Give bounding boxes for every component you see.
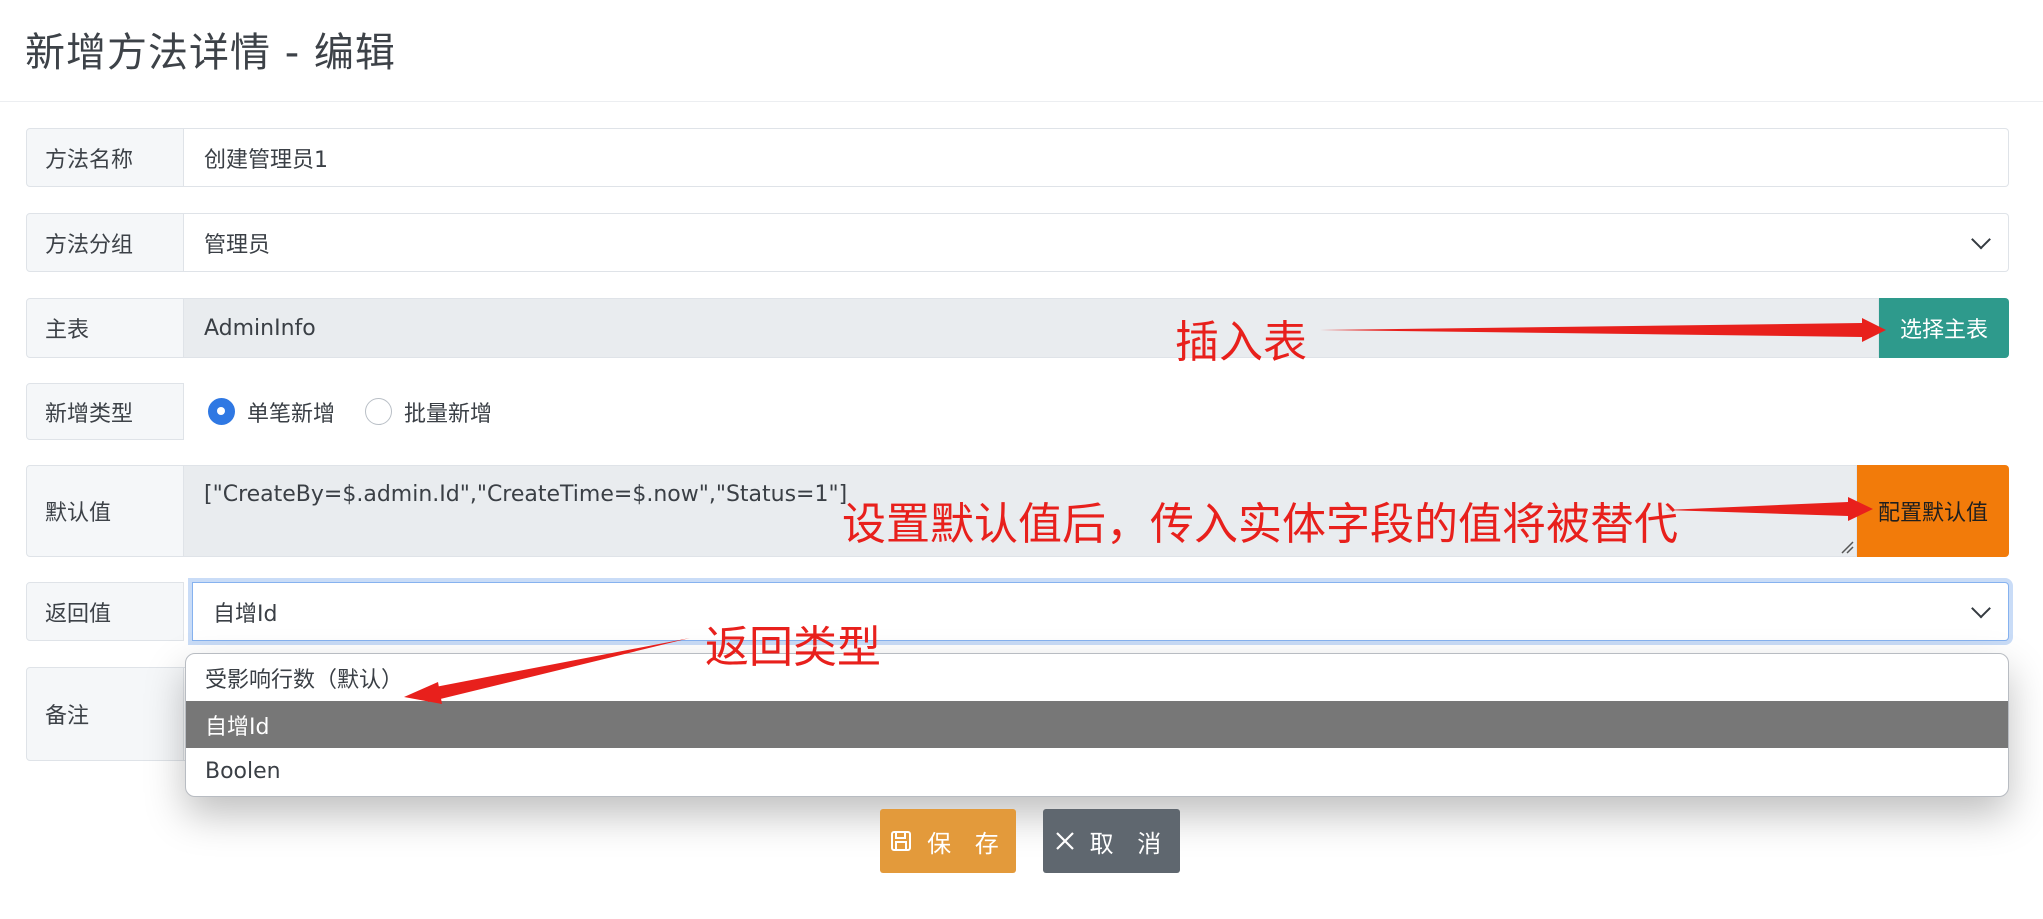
configure-default-button[interactable]: 配置默认值 (1857, 465, 2009, 557)
default-value-text: ["CreateBy=$.admin.Id","CreateTime=$.now… (204, 482, 848, 507)
default-value-label: 默认值 (26, 465, 184, 557)
resize-handle-icon[interactable] (1840, 540, 1854, 554)
method-group-group: 方法分组 管理员 (26, 213, 2009, 272)
insert-type-group: 新增类型 单笔新增 批量新增 (26, 383, 2009, 440)
method-group-value: 管理员 (204, 232, 271, 258)
return-value-select[interactable]: 自增Id (192, 582, 2009, 641)
return-value-group: 返回值 自增Id (26, 582, 2009, 641)
page-header: 新增方法详情 - 编辑 (0, 0, 2043, 102)
annotation-return-type: 返回类型 (705, 622, 881, 673)
page-title: 新增方法详情 - 编辑 (25, 30, 396, 76)
main-table-group: 主表 AdminInfo 选择主表 (26, 298, 2009, 358)
radio-batch-insert-label[interactable]: 批量新增 (404, 396, 492, 428)
main-table-label: 主表 (26, 298, 184, 358)
main-table-input[interactable]: AdminInfo (184, 298, 1879, 358)
dropdown-option-boolen[interactable]: Boolen (186, 748, 2008, 795)
select-main-table-button[interactable]: 选择主表 (1879, 298, 2009, 358)
save-button-label: 保 存 (927, 829, 1007, 858)
return-value-dropdown: 受影响行数（默认） 自增Id Boolen (185, 653, 2009, 797)
dropdown-option-auto-id[interactable]: 自增Id (186, 701, 2008, 748)
radio-single-insert-label[interactable]: 单笔新增 (247, 396, 335, 428)
method-group-label: 方法分组 (26, 213, 184, 272)
chevron-down-icon (1971, 598, 1991, 618)
radio-single-insert[interactable] (208, 398, 235, 425)
insert-type-label: 新增类型 (26, 383, 184, 440)
main-table-value: AdminInfo (204, 315, 316, 341)
dropdown-option-affected-rows[interactable]: 受影响行数（默认） (186, 654, 2008, 701)
annotation-insert-table: 插入表 (1175, 317, 1307, 368)
save-icon (891, 831, 912, 851)
close-icon (1055, 832, 1074, 850)
save-button[interactable]: 保 存 (880, 809, 1016, 873)
method-group-select[interactable]: 管理员 (184, 213, 2009, 272)
cancel-button[interactable]: 取 消 (1043, 809, 1180, 873)
insert-type-options: 单笔新增 批量新增 (184, 383, 492, 440)
method-name-value: 创建管理员1 (204, 147, 328, 173)
radio-batch-insert[interactable] (365, 398, 393, 425)
method-name-group: 方法名称 创建管理员1 (26, 128, 2009, 187)
method-name-label: 方法名称 (26, 128, 184, 187)
method-name-input[interactable]: 创建管理员1 (184, 128, 2009, 187)
cancel-button-label: 取 消 (1089, 829, 1170, 858)
annotation-default-value: 设置默认值后，传入实体字段的值将被替代 (842, 499, 1678, 550)
return-value-label: 返回值 (26, 582, 184, 641)
return-value-value: 自增Id (213, 601, 278, 627)
chevron-down-icon (1971, 229, 1991, 249)
remark-label: 备注 (26, 667, 184, 761)
